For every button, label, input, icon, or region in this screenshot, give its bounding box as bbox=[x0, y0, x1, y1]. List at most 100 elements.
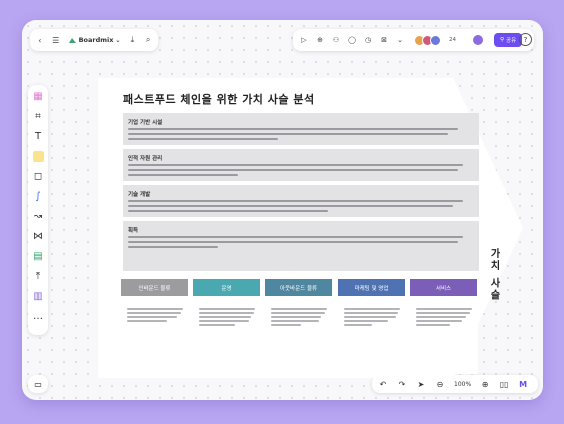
zoom-level[interactable]: 100% bbox=[454, 381, 471, 388]
text-line bbox=[199, 308, 255, 310]
app-window: ‹ ☰ Boardmix ⌄ ⤓ ⌕ ▷ ⊕ ⚇ ◯ ◷ ⊠ ⌄ 24 ⚲ 공유… bbox=[22, 20, 543, 400]
pen-icon[interactable]: ∫ bbox=[31, 189, 45, 203]
support-activity-section[interactable]: 인적 자원 관리 bbox=[123, 149, 479, 181]
back-icon[interactable]: ‹ bbox=[36, 35, 44, 45]
text-line bbox=[128, 205, 453, 207]
primary-activity-body[interactable] bbox=[338, 302, 406, 374]
primary-activity-body[interactable] bbox=[410, 302, 478, 374]
zoom-in-icon[interactable]: ⊕ bbox=[480, 380, 490, 389]
text-line bbox=[416, 320, 462, 322]
text-line bbox=[128, 133, 448, 135]
text-line bbox=[128, 128, 458, 130]
share-button[interactable]: ⚲ 공유 bbox=[494, 33, 523, 47]
left-toolbar: ▦ ⌗ T ◻ ∫ ↝ ⋈ ▤ ⤒ ▥ … bbox=[28, 85, 48, 335]
text-line bbox=[344, 316, 396, 318]
text-line bbox=[128, 164, 463, 166]
text-line bbox=[416, 324, 450, 326]
value-chain-board[interactable]: 패스트푸드 체인을 위한 가치 사슬 분석 기업 기반 시설 인적 자원 관리 … bbox=[98, 78, 523, 378]
app-name: Boardmix bbox=[78, 36, 114, 44]
page-title: 패스트푸드 체인을 위한 가치 사슬 분석 bbox=[123, 93, 315, 106]
more-tools-icon[interactable]: … bbox=[31, 309, 45, 323]
primary-activity-header[interactable]: 아웃바운드 물류 bbox=[265, 279, 332, 296]
timer-icon[interactable]: ◷ bbox=[363, 35, 373, 45]
section-heading: 기술 개발 bbox=[128, 192, 151, 198]
text-line bbox=[199, 312, 254, 314]
text-line bbox=[127, 308, 183, 310]
text-line bbox=[128, 200, 463, 202]
mindmap-icon[interactable]: ⋈ bbox=[31, 229, 45, 243]
sticky-note-icon[interactable] bbox=[31, 149, 45, 163]
primary-activity-header[interactable]: 서비스 bbox=[410, 279, 477, 296]
text-line bbox=[271, 308, 327, 310]
table-icon[interactable]: ▤ bbox=[31, 249, 45, 263]
shape-icon[interactable]: ◻ bbox=[31, 169, 45, 183]
text-line bbox=[128, 241, 458, 243]
more-icon[interactable]: ⌄ bbox=[395, 35, 405, 45]
collaborator-avatars[interactable] bbox=[414, 34, 441, 46]
primary-activity-header[interactable]: 인바운드 물류 bbox=[121, 279, 188, 296]
support-activity-section[interactable]: 기업 기반 시설 bbox=[123, 113, 479, 145]
support-activity-section[interactable]: 획득 bbox=[123, 221, 479, 271]
text-line bbox=[127, 312, 181, 314]
text-line bbox=[271, 316, 321, 318]
frame-icon[interactable]: ⌗ bbox=[31, 109, 45, 123]
vote-icon[interactable]: ⊠ bbox=[379, 35, 389, 45]
comment-icon[interactable]: ◯ bbox=[347, 35, 357, 45]
text-line bbox=[127, 316, 177, 318]
section-heading: 획득 bbox=[128, 228, 139, 234]
text-line bbox=[416, 312, 470, 314]
text-line bbox=[199, 316, 251, 318]
collaborate-icon[interactable]: ⚇ bbox=[331, 35, 341, 45]
play-icon[interactable]: ▷ bbox=[299, 35, 309, 45]
primary-activity-header[interactable]: 마케팅 및 영업 bbox=[338, 279, 405, 296]
help-icon[interactable]: ? bbox=[519, 33, 532, 46]
section-heading: 기업 기반 시설 bbox=[128, 120, 163, 126]
minimap-toggle[interactable]: ▭ bbox=[28, 375, 48, 393]
templates-icon[interactable]: ▦ bbox=[31, 89, 45, 103]
primary-activity-body[interactable] bbox=[121, 302, 189, 374]
upload-icon[interactable]: ⤒ bbox=[31, 269, 45, 283]
value-chain-label: 가치 사슬 bbox=[488, 248, 499, 302]
text-line bbox=[416, 316, 466, 318]
undo-icon[interactable]: ↶ bbox=[378, 380, 388, 389]
document-icon[interactable]: ▥ bbox=[31, 289, 45, 303]
primary-activity-header[interactable]: 운영 bbox=[193, 279, 260, 296]
text-line bbox=[344, 324, 372, 326]
search-icon[interactable]: ⌕ bbox=[144, 35, 152, 45]
primary-activity-body[interactable] bbox=[193, 302, 261, 374]
ai-icon[interactable]: M bbox=[518, 380, 528, 389]
text-line bbox=[128, 246, 218, 248]
support-activity-section[interactable]: 기술 개발 bbox=[123, 185, 479, 217]
primary-activity-body[interactable] bbox=[265, 302, 333, 374]
top-right-toolbar: ▷ ⊕ ⚇ ◯ ◷ ⊠ ⌄ 24 ⚲ 공유 bbox=[293, 29, 534, 51]
chevron-down-icon: ⌄ bbox=[115, 36, 121, 44]
text-line bbox=[416, 308, 472, 310]
menu-icon[interactable]: ☰ bbox=[52, 35, 60, 45]
minimap-icon: ▭ bbox=[34, 379, 42, 389]
text-line bbox=[271, 320, 319, 322]
collaborator-count: 24 bbox=[449, 37, 456, 43]
text-line bbox=[271, 324, 301, 326]
text-line bbox=[344, 312, 398, 314]
text-line bbox=[128, 210, 328, 212]
redo-icon[interactable]: ↷ bbox=[397, 380, 407, 389]
text-icon[interactable]: T bbox=[31, 129, 45, 143]
download-icon[interactable]: ⤓ bbox=[128, 35, 136, 45]
text-line bbox=[271, 312, 325, 314]
text-line bbox=[344, 320, 388, 322]
add-icon[interactable]: ⊕ bbox=[315, 35, 325, 45]
text-line bbox=[128, 174, 238, 176]
text-line bbox=[199, 320, 249, 322]
book-icon[interactable]: ▯▯ bbox=[499, 380, 509, 389]
zoom-out-icon[interactable]: ⊖ bbox=[435, 380, 445, 389]
user-avatar[interactable] bbox=[472, 34, 484, 46]
text-line bbox=[127, 320, 167, 322]
top-left-toolbar: ‹ ☰ Boardmix ⌄ ⤓ ⌕ bbox=[30, 29, 158, 51]
avatar bbox=[430, 34, 441, 46]
share-label: 공유 bbox=[506, 38, 517, 44]
text-line bbox=[128, 236, 463, 238]
select-icon[interactable]: ➤ bbox=[416, 380, 426, 389]
user-icon: ⚲ bbox=[500, 37, 505, 43]
brand[interactable]: Boardmix ⌄ bbox=[68, 36, 121, 44]
connector-icon[interactable]: ↝ bbox=[31, 209, 45, 223]
